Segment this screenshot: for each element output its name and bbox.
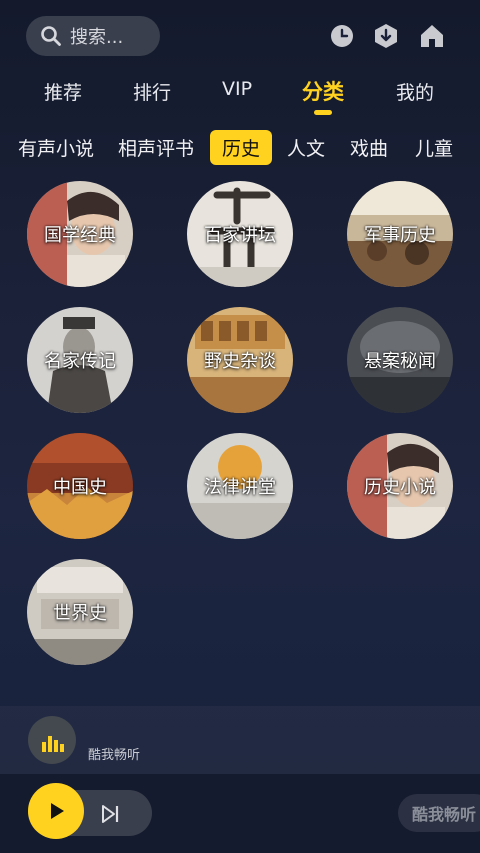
category-military-history[interactable]: 军事历史 <box>347 181 453 287</box>
category-baijia-lecture[interactable]: 百家讲坛 <box>187 181 293 287</box>
brand-button-label: 酷我畅听 <box>412 805 477 824</box>
category-label: 悬案秘闻 <box>364 351 436 372</box>
subtab-opera[interactable]: 戏曲 <box>350 134 388 161</box>
subtab-audio-novel[interactable]: 有声小说 <box>18 134 94 161</box>
category-guoxue-classics[interactable]: 国学经典 <box>27 181 133 287</box>
brand-button[interactable]: 酷我畅听 <box>398 794 480 832</box>
category-world-history[interactable]: 世界史 <box>27 559 133 665</box>
category-label: 军事历史 <box>364 225 436 246</box>
active-tab-indicator <box>314 110 332 115</box>
category-unofficial-history[interactable]: 野史杂谈 <box>187 307 293 413</box>
category-mystery-cases[interactable]: 悬案秘闻 <box>347 307 453 413</box>
search-box[interactable]: 搜索... <box>26 16 160 56</box>
home-icon[interactable] <box>418 22 446 50</box>
tab-recommend[interactable]: 推荐 <box>44 78 82 105</box>
category-label: 历史小说 <box>364 477 436 498</box>
category-biography[interactable]: 名家传记 <box>27 307 133 413</box>
category-label: 野史杂谈 <box>204 351 276 372</box>
category-label: 百家讲坛 <box>204 225 276 246</box>
category-chinese-history[interactable]: 中国史 <box>27 433 133 539</box>
sub-tabs: 有声小说 相声评书 历史 人文 戏曲 儿童 <box>0 128 480 170</box>
tab-ranking[interactable]: 排行 <box>133 78 171 105</box>
kuwo-logo-icon <box>42 736 64 752</box>
main-tabs: 推荐 排行 VIP 分类 我的 <box>0 72 480 115</box>
mini-player[interactable]: 酷我畅听 <box>0 706 480 774</box>
subtab-history[interactable]: 历史 <box>210 130 273 165</box>
tab-mine[interactable]: 我的 <box>396 78 434 105</box>
next-track-icon[interactable] <box>98 802 122 826</box>
top-bar: 搜索... <box>0 0 480 72</box>
category-label: 法律讲堂 <box>204 477 276 498</box>
subtab-crosstalk[interactable]: 相声评书 <box>118 134 194 161</box>
download-icon[interactable] <box>372 22 400 50</box>
category-label: 世界史 <box>53 603 107 624</box>
tab-category[interactable]: 分类 <box>302 76 344 106</box>
subtab-children[interactable]: 儿童 <box>415 134 453 161</box>
search-icon <box>41 26 61 46</box>
mini-player-cover <box>28 716 76 764</box>
play-icon <box>51 803 64 819</box>
category-historical-novel[interactable]: 历史小说 <box>347 433 453 539</box>
tab-vip[interactable]: VIP <box>222 78 252 100</box>
category-law-lecture[interactable]: 法律讲堂 <box>187 433 293 539</box>
mini-player-title: 酷我畅听 <box>88 748 141 763</box>
player-controls <box>28 783 152 839</box>
search-placeholder: 搜索... <box>70 27 124 48</box>
subtab-humanities[interactable]: 人文 <box>287 134 325 161</box>
clock-icon[interactable] <box>328 22 356 50</box>
category-label: 国学经典 <box>44 225 116 246</box>
category-label: 名家传记 <box>44 351 116 372</box>
category-label: 中国史 <box>53 477 107 498</box>
bottom-bar: 酷我畅听 <box>0 774 480 853</box>
play-button[interactable] <box>28 783 84 839</box>
